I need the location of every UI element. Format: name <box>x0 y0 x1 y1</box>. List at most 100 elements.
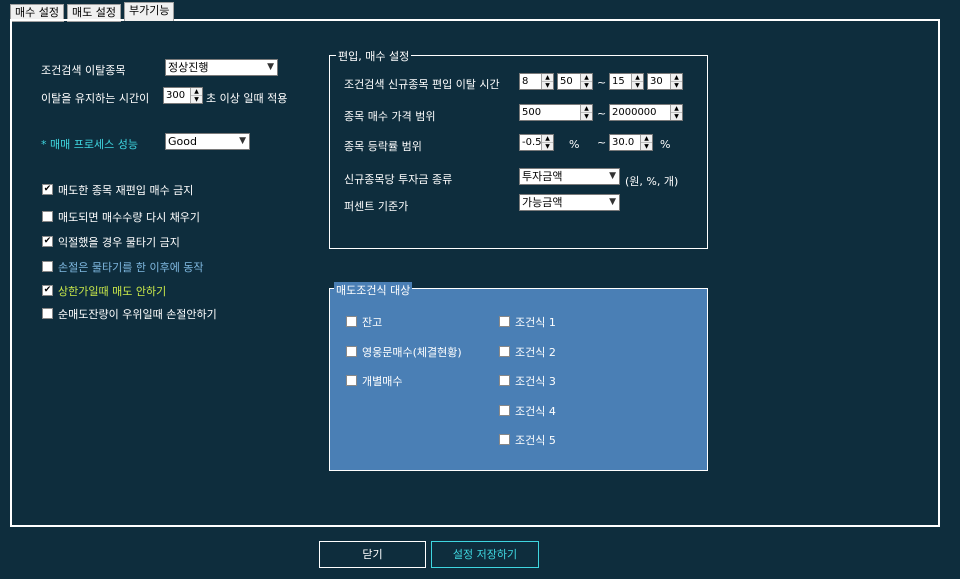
condition-4-label: 조건식 4 <box>515 405 556 418</box>
condition-2-checkbox[interactable] <box>499 346 510 357</box>
process-performance-value: Good <box>168 135 197 148</box>
individual-buy-checkbox[interactable] <box>346 375 357 386</box>
entry-to-minute-value: 30 <box>650 76 663 87</box>
spin-buttons[interactable]: ▲ ▼ <box>580 74 592 89</box>
spin-up-icon[interactable]: ▲ <box>191 88 202 95</box>
spin-up-icon[interactable]: ▲ <box>581 105 592 112</box>
refill-buy-qty-checkbox[interactable] <box>42 211 53 222</box>
spin-down-icon[interactable]: ▼ <box>641 142 652 150</box>
exit-stock-select-value: 정상진행 <box>168 61 209 74</box>
spin-buttons[interactable]: ▲ ▼ <box>190 88 202 103</box>
spin-buttons[interactable]: ▲ ▼ <box>541 74 553 89</box>
condition-3-label: 조건식 3 <box>515 375 556 388</box>
spin-down-icon[interactable]: ▼ <box>542 142 553 150</box>
rate-from-stepper[interactable]: -0.5 ▲ ▼ <box>519 134 554 151</box>
exit-stock-label: 조건검색 이탈종목 <box>41 64 126 77</box>
stoploss-after-averaging-checkbox[interactable] <box>42 261 53 272</box>
chevron-down-icon: ▼ <box>267 62 274 72</box>
condition-1-checkbox[interactable] <box>499 316 510 327</box>
chevron-down-icon: ▼ <box>609 171 616 181</box>
chevron-down-icon: ▼ <box>239 136 246 146</box>
price-range-tilde: ~ <box>597 107 607 120</box>
rate-from-percent: % <box>569 138 580 151</box>
spin-buttons[interactable]: ▲ ▼ <box>580 105 592 120</box>
condition-5-label: 조건식 5 <box>515 434 556 447</box>
chevron-down-icon: ▼ <box>609 197 616 207</box>
spin-buttons[interactable]: ▲ ▼ <box>541 135 553 150</box>
price-to-stepper[interactable]: 2000000 ▲ ▼ <box>609 104 683 121</box>
process-performance-select[interactable]: Good ▼ <box>165 133 250 150</box>
exit-stock-select[interactable]: 정상진행 ▼ <box>165 59 278 76</box>
rate-from-value: -0.5 <box>522 137 542 148</box>
invest-type-value: 투자금액 <box>522 170 563 183</box>
spin-up-icon[interactable]: ▲ <box>632 74 643 81</box>
invest-type-select[interactable]: 투자금액 ▼ <box>519 168 620 185</box>
entry-to-minute-stepper[interactable]: 30 ▲ ▼ <box>647 73 683 90</box>
spin-buttons[interactable]: ▲ ▼ <box>631 74 643 89</box>
spin-down-icon[interactable]: ▼ <box>671 81 682 89</box>
spin-down-icon[interactable]: ▼ <box>191 95 202 103</box>
tab-extra-features[interactable]: 부가기능 <box>124 2 175 21</box>
keep-time-stepper[interactable]: 300 ▲ ▼ <box>163 87 203 104</box>
entry-from-minute-stepper[interactable]: 50 ▲ ▼ <box>557 73 593 90</box>
percent-base-value: 가능금액 <box>522 196 563 209</box>
individual-buy-label: 개별매수 <box>362 375 403 388</box>
process-performance-label: * 매매 프로세스 성능 <box>41 138 138 151</box>
condition-1-label: 조건식 1 <box>515 316 556 329</box>
no-sell-upper-limit-label: 상한가일때 매도 안하기 <box>58 285 167 298</box>
no-stoploss-net-sell-label: 순매도잔량이 우위일때 손절안하기 <box>58 308 217 321</box>
entry-time-label: 조건검색 신규종목 편입 이탈 시간 <box>344 78 500 91</box>
percent-base-select[interactable]: 가능금액 ▼ <box>519 194 620 211</box>
spin-up-icon[interactable]: ▲ <box>542 135 553 142</box>
hero-buy-label: 영웅문매수(체결현황) <box>362 346 462 359</box>
price-from-stepper[interactable]: 500 ▲ ▼ <box>519 104 593 121</box>
spin-up-icon[interactable]: ▲ <box>671 74 682 81</box>
rate-to-value: 30.0 <box>612 137 635 148</box>
keep-time-suffix: 초 이상 일때 적용 <box>206 92 288 105</box>
rate-to-stepper[interactable]: 30.0 ▲ ▼ <box>609 134 653 151</box>
price-to-value: 2000000 <box>612 107 657 118</box>
spin-buttons[interactable]: ▲ ▼ <box>670 105 682 120</box>
spin-up-icon[interactable]: ▲ <box>641 135 652 142</box>
spin-up-icon[interactable]: ▲ <box>671 105 682 112</box>
no-sell-upper-limit-checkbox[interactable]: ✔ <box>42 285 53 296</box>
condition-3-checkbox[interactable] <box>499 375 510 386</box>
condition-4-checkbox[interactable] <box>499 405 510 416</box>
no-rebuy-sold-checkbox[interactable]: ✔ <box>42 184 53 195</box>
balance-label: 잔고 <box>362 316 383 329</box>
spin-down-icon[interactable]: ▼ <box>581 81 592 89</box>
refill-buy-qty-label: 매도되면 매수수량 다시 채우기 <box>58 211 201 224</box>
save-settings-button[interactable]: 설정 저장하기 <box>431 541 539 568</box>
hero-buy-checkbox[interactable] <box>346 346 357 357</box>
change-rate-label: 종목 등락률 범위 <box>344 140 422 153</box>
spin-up-icon[interactable]: ▲ <box>542 74 553 81</box>
entry-to-hour-value: 15 <box>612 76 625 87</box>
spin-up-icon[interactable]: ▲ <box>581 74 592 81</box>
condition-5-checkbox[interactable] <box>499 434 510 445</box>
close-button[interactable]: 닫기 <box>319 541 426 568</box>
no-rebuy-sold-label: 매도한 종목 재편입 매수 금지 <box>58 184 194 197</box>
entry-from-hour-stepper[interactable]: 8 ▲ ▼ <box>519 73 554 90</box>
spin-down-icon[interactable]: ▼ <box>671 112 682 120</box>
entry-from-minute-value: 50 <box>560 76 573 87</box>
spin-down-icon[interactable]: ▼ <box>581 112 592 120</box>
rate-to-percent: % <box>660 138 671 151</box>
keep-time-value: 300 <box>166 90 186 101</box>
spin-buttons[interactable]: ▲ ▼ <box>670 74 682 89</box>
condition-2-label: 조건식 2 <box>515 346 556 359</box>
percent-base-label: 퍼센트 기준가 <box>344 200 409 213</box>
no-averaging-after-profit-label: 익절했을 경우 물타기 금지 <box>58 236 180 249</box>
rate-range-tilde: ~ <box>597 136 607 149</box>
spin-down-icon[interactable]: ▼ <box>632 81 643 89</box>
spin-buttons[interactable]: ▲ ▼ <box>640 135 652 150</box>
no-averaging-after-profit-checkbox[interactable]: ✔ <box>42 236 53 247</box>
price-range-label: 종목 매수 가격 범위 <box>344 110 436 123</box>
sell-condition-group-title: 매도조건식 대상 <box>334 282 413 298</box>
balance-checkbox[interactable] <box>346 316 357 327</box>
no-stoploss-net-sell-checkbox[interactable] <box>42 308 53 319</box>
invest-type-unit: (원, %, 개) <box>625 175 679 188</box>
price-from-value: 500 <box>522 107 542 118</box>
spin-down-icon[interactable]: ▼ <box>542 81 553 89</box>
stoploss-after-averaging-label: 손절은 물타기를 한 이후에 동작 <box>58 261 204 274</box>
entry-to-hour-stepper[interactable]: 15 ▲ ▼ <box>609 73 644 90</box>
